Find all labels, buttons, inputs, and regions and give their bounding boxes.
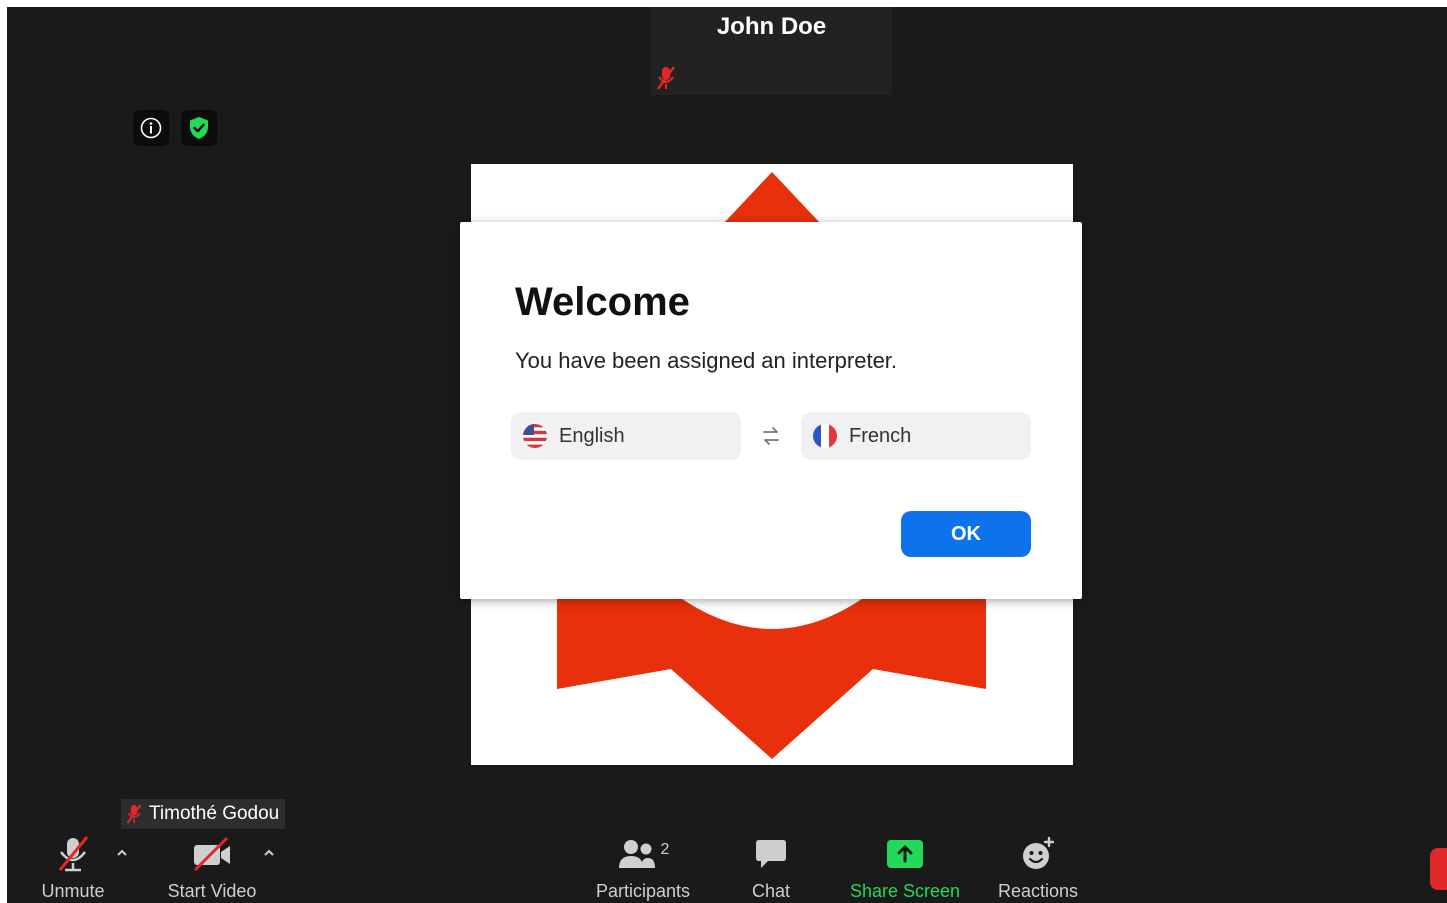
- meeting-status-icons: [133, 110, 217, 146]
- participants-count: 2: [660, 841, 670, 858]
- to-language-label: French: [849, 424, 912, 447]
- muted-mic-icon: [656, 66, 676, 90]
- unmute-button[interactable]: Unmute: [33, 833, 113, 903]
- video-off-icon: [193, 836, 230, 872]
- from-language-label: English: [559, 424, 625, 447]
- meeting-window: John Doe Welcome You have been assigned …: [7, 7, 1447, 903]
- swap-arrows-icon: [763, 427, 779, 445]
- participant-name: John Doe: [716, 13, 827, 40]
- unmute-label: Unmute: [41, 881, 105, 901]
- muted-microphone-icon: [58, 836, 89, 872]
- self-name: Timothé Godou: [149, 803, 280, 824]
- ok-button[interactable]: OK: [901, 511, 1031, 557]
- france-flag-icon: [813, 424, 837, 448]
- self-name-label: Timothé Godou: [121, 799, 286, 829]
- us-flag-icon: [523, 424, 547, 448]
- info-button[interactable]: [133, 110, 169, 146]
- muted-mic-icon: [126, 804, 142, 824]
- from-language-chip: English: [511, 412, 741, 460]
- shield-check-icon: [190, 117, 208, 139]
- start-video-label: Start Video: [167, 881, 257, 901]
- security-button[interactable]: [181, 110, 217, 146]
- interpreter-welcome-dialog: Welcome You have been assigned an interp…: [460, 222, 1082, 599]
- reactions-smiley-icon: [1023, 836, 1055, 869]
- start-video-button[interactable]: Start Video: [162, 833, 262, 903]
- to-language-chip: French: [801, 412, 1031, 460]
- video-options-caret-icon[interactable]: [261, 845, 277, 861]
- participants-label: Participants: [595, 881, 691, 901]
- end-meeting-button[interactable]: [1430, 848, 1447, 890]
- participants-icon: [618, 840, 655, 868]
- share-screen-label: Share Screen: [849, 881, 961, 901]
- dialog-title: Welcome: [515, 280, 690, 324]
- chat-button[interactable]: Chat: [741, 833, 801, 903]
- chat-label: Chat: [751, 881, 791, 901]
- participant-tile[interactable]: John Doe: [651, 7, 892, 95]
- audio-options-caret-icon[interactable]: [114, 845, 130, 861]
- chat-bubble-icon: [756, 840, 786, 868]
- participants-button[interactable]: 2 Participants: [589, 833, 697, 903]
- share-screen-button[interactable]: Share Screen: [845, 833, 965, 903]
- reactions-label: Reactions: [997, 881, 1079, 901]
- dialog-message: You have been assigned an interpreter.: [515, 348, 898, 373]
- share-screen-icon: [887, 840, 923, 868]
- info-icon: [140, 117, 162, 139]
- reactions-button[interactable]: Reactions: [993, 833, 1083, 903]
